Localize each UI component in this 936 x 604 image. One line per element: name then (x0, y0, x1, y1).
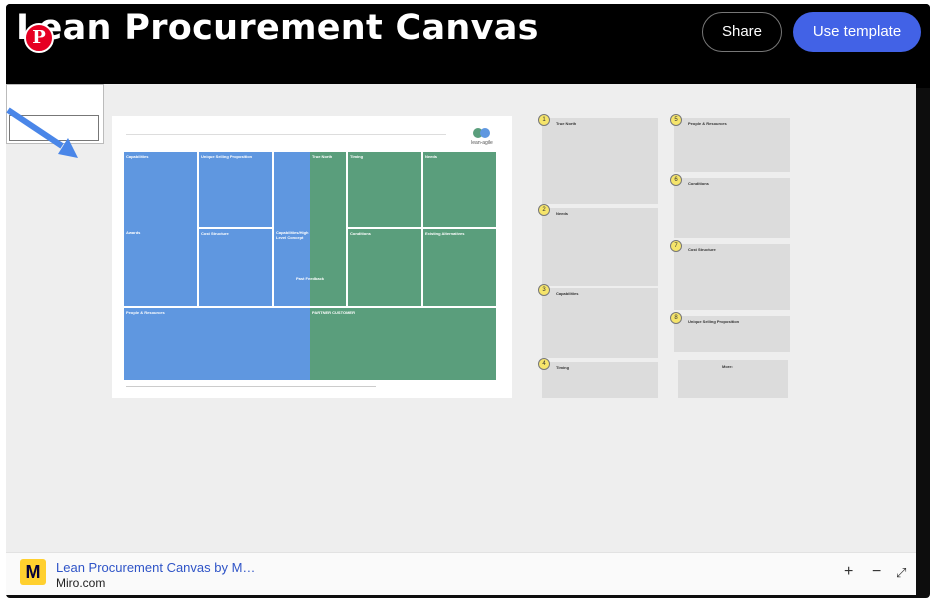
note-number: 2 (538, 204, 550, 216)
note-conditions (674, 178, 790, 238)
note-heading: Conditions (688, 181, 709, 186)
note-true-north (542, 118, 658, 204)
arrow-icon (6, 107, 78, 158)
note-heading: True North (556, 121, 577, 126)
note-needs (542, 208, 658, 286)
note-heading: Timing (556, 365, 570, 370)
cell-existing-alternatives: Existing Alternatives (423, 229, 496, 306)
cell-true-north: Capabilities/High Level Concept (274, 152, 310, 306)
note-heading: Needs (556, 211, 569, 216)
caption-line (126, 386, 376, 387)
note-number: 8 (670, 312, 682, 324)
note-heading: People & Resources (688, 121, 727, 126)
expand-icon[interactable]: ⤢ (896, 565, 906, 581)
cell-label: Capabilities (126, 154, 149, 159)
note-heading: Unique Selling Proposition (688, 319, 740, 324)
cell-timing: Timing (348, 152, 421, 227)
cell-capabilities: Capabilities Awards (124, 152, 197, 306)
footer-title-link[interactable]: Lean Procurement Canvas by M… (56, 560, 255, 575)
note-people-resources (674, 118, 790, 172)
footer: M Lean Procurement Canvas by M… Miro.com… (6, 552, 916, 595)
note-number: 3 (538, 284, 550, 296)
miro-logo: M (20, 559, 46, 585)
page-title: Lean Procurement Canvas (16, 8, 539, 48)
note-capabilities (542, 288, 658, 358)
svg-text:lean-agile: lean-agile (471, 140, 493, 146)
cell-label: True North (312, 154, 333, 159)
note-heading: Capabilities (556, 291, 579, 296)
use-template-button[interactable]: Use template (793, 12, 921, 52)
note-number: 7 (670, 240, 682, 252)
cell-partner-customer: PARTNER CUSTOMER (310, 308, 496, 380)
cell-label: Capabilities/High Level Concept (276, 230, 309, 240)
footer-domain: Miro.com (56, 576, 106, 590)
share-button[interactable]: Share (702, 12, 782, 52)
header: Lean Procurement Canvas P Share Use temp… (6, 4, 930, 88)
board-preview[interactable]: lean-agile Capabilities Awards Unique Sel… (6, 84, 916, 552)
note-heading: Cost Structure (688, 247, 716, 252)
canvas-card[interactable]: lean-agile Capabilities Awards Unique Sel… (112, 116, 512, 398)
cell-cost-structure: Cost Structure (199, 229, 272, 306)
lean-agile-logo: lean-agile (471, 128, 493, 146)
cell-usp: Unique Selling Proposition (199, 152, 272, 227)
zoom-in-icon[interactable]: + (844, 563, 853, 581)
note-number: 1 (538, 114, 550, 126)
note-number: 4 (538, 358, 550, 370)
cell-true-north-green: True North Past Feedback (296, 152, 346, 306)
cell-label: Past Feedback (296, 276, 325, 281)
form-line (126, 134, 446, 135)
pinterest-icon[interactable]: P (24, 23, 54, 53)
note-heading: More: (722, 364, 733, 369)
cell-conditions: Conditions (348, 229, 421, 306)
cell-needs: Needs (423, 152, 496, 227)
cell-people-resources: People & Resources (124, 308, 310, 380)
note-number: 6 (670, 174, 682, 186)
cell-label: Awards (126, 230, 141, 235)
note-number: 5 (670, 114, 682, 126)
note-more (678, 360, 788, 398)
zoom-out-icon[interactable]: − (872, 563, 881, 581)
note-cost-structure (674, 244, 790, 310)
